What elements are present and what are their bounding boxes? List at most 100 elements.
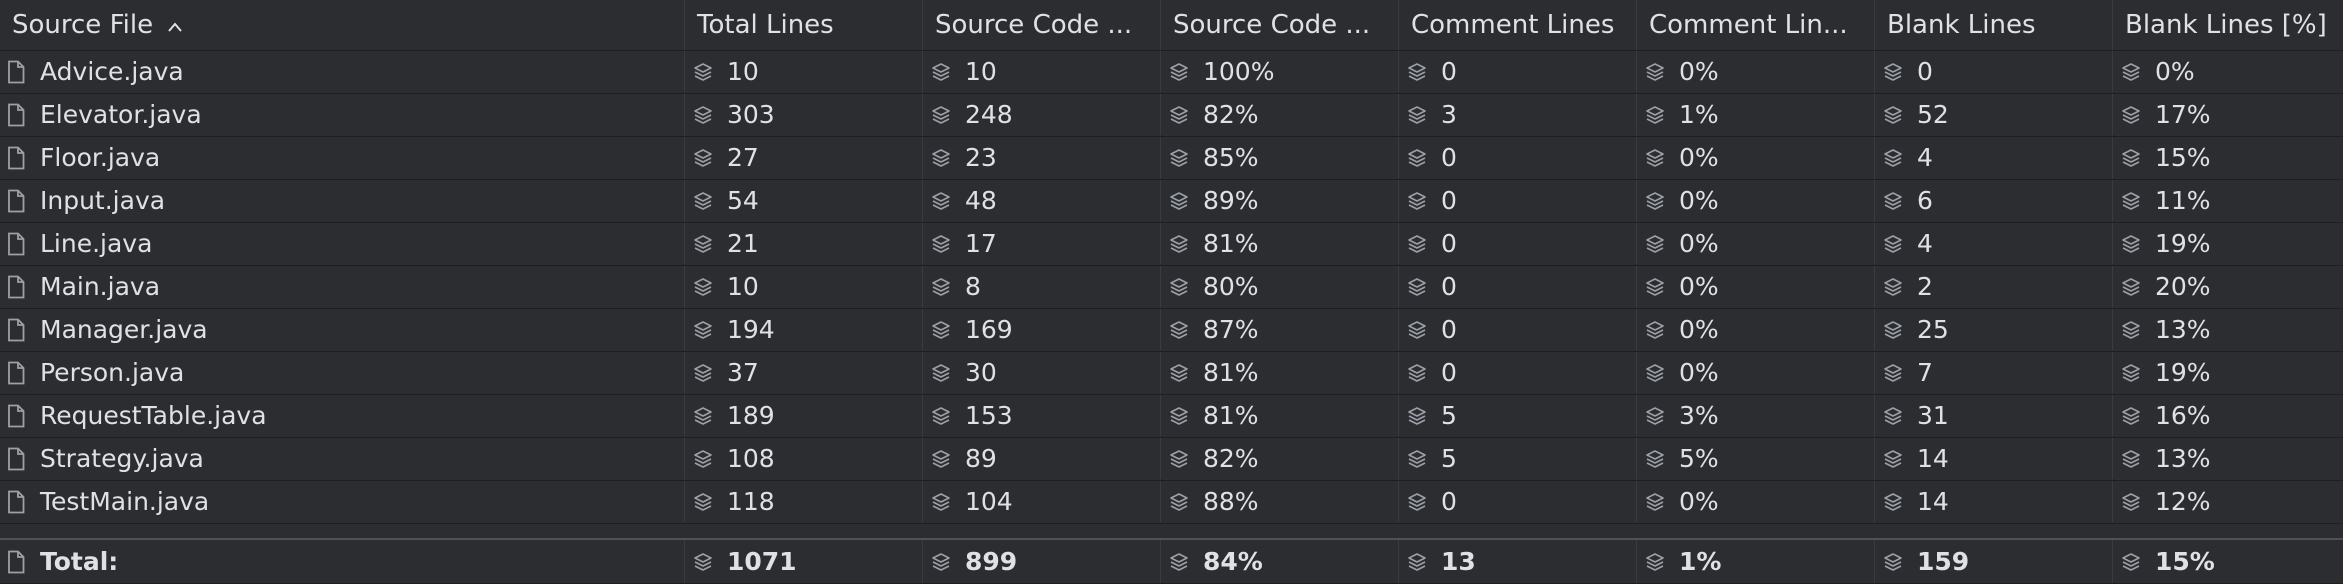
source-code-percent-value: 100% — [1203, 57, 1275, 86]
stack-layers-icon — [1883, 234, 1903, 254]
stack-layers-icon — [1407, 449, 1427, 469]
stack-layers-icon — [693, 148, 713, 168]
stack-layers-icon — [1169, 552, 1189, 572]
blank-lines-cell: 14 — [1875, 438, 2113, 479]
comment-lines-cell: 0 — [1399, 309, 1637, 350]
source-code-lines-value: 89 — [965, 444, 997, 473]
table-row[interactable]: Person.java 37 30 81% 0 0% 7 19% — [0, 352, 2343, 395]
source-code-percent-cell: 82% — [1161, 94, 1399, 135]
table-row[interactable]: RequestTable.java 189 153 81% 5 3% 31 16% — [0, 395, 2343, 438]
total-lines-cell: 54 — [685, 180, 923, 221]
stack-layers-icon — [1169, 320, 1189, 340]
total-row[interactable]: Total: 1071 899 84% 13 1% 159 15% — [0, 540, 2343, 584]
file-icon — [6, 490, 26, 514]
table-row[interactable]: Strategy.java 108 89 82% 5 5% 14 13% — [0, 438, 2343, 481]
column-header-source-code-percent[interactable]: Source Code ... — [1161, 0, 1399, 50]
table-row[interactable]: Floor.java 27 23 85% 0 0% 4 15% — [0, 137, 2343, 180]
table-row[interactable]: Elevator.java 303 248 82% 3 1% 52 17% — [0, 94, 2343, 137]
column-header-source-file[interactable]: Source File — [0, 0, 685, 50]
stack-layers-icon — [2121, 449, 2141, 469]
comment-lines-value: 0 — [1441, 57, 1457, 86]
source-code-lines-cell: 153 — [923, 395, 1161, 436]
blank-lines-percent-value: 16% — [2155, 401, 2211, 430]
blank-lines-cell: 0 — [1875, 51, 2113, 92]
source-code-lines-cell: 23 — [923, 137, 1161, 178]
source-code-lines-value: 248 — [965, 100, 1013, 129]
column-header-total-lines[interactable]: Total Lines — [685, 0, 923, 50]
table-row[interactable]: Manager.java 194 169 87% 0 0% 25 13% — [0, 309, 2343, 352]
source-file-cell: Input.java — [0, 180, 685, 221]
blank-lines-value: 14 — [1917, 444, 1949, 473]
column-header-source-code-lines[interactable]: Source Code ... — [923, 0, 1161, 50]
source-file-cell: Advice.java — [0, 51, 685, 92]
source-code-lines-cell: 248 — [923, 94, 1161, 135]
total-lines-cell: 118 — [685, 481, 923, 522]
source-code-lines-cell: 17 — [923, 223, 1161, 264]
comment-lines-value: 0 — [1441, 315, 1457, 344]
stack-layers-icon — [1883, 449, 1903, 469]
source-code-lines-cell: 89 — [923, 438, 1161, 479]
total-lines-value: 54 — [727, 186, 759, 215]
column-header-label: Blank Lines [%] — [2125, 10, 2327, 40]
source-file-cell: Line.java — [0, 223, 685, 264]
stack-layers-icon — [693, 363, 713, 383]
comment-lines-cell: 0 — [1399, 180, 1637, 221]
stack-layers-icon — [1645, 552, 1665, 572]
column-header-comment-lines-percent[interactable]: Comment Lin... — [1637, 0, 1875, 50]
table-row[interactable]: Advice.java 10 10 100% 0 0% 0 0% — [0, 51, 2343, 94]
stack-layers-icon — [1407, 62, 1427, 82]
column-header-label: Total Lines — [697, 10, 834, 40]
stack-layers-icon — [931, 552, 951, 572]
comment-lines-cell: 5 — [1399, 395, 1637, 436]
source-code-percent-value: 81% — [1203, 401, 1259, 430]
blank-lines-cell: 2 — [1875, 266, 2113, 307]
source-code-lines-cell: 10 — [923, 51, 1161, 92]
file-name: TestMain.java — [40, 487, 210, 516]
column-header-label: Source Code ... — [935, 10, 1133, 40]
comment-lines-percent-value: 0% — [1679, 487, 1719, 516]
stack-layers-icon — [1407, 363, 1427, 383]
blank-lines-percent-cell: 13% — [2113, 309, 2343, 350]
stack-layers-icon — [931, 277, 951, 297]
column-header-blank-lines[interactable]: Blank Lines — [1875, 0, 2113, 50]
source-code-lines-cell: 30 — [923, 352, 1161, 393]
total-lines-cell: 108 — [685, 438, 923, 479]
stack-layers-icon — [2121, 62, 2141, 82]
blank-lines-cell: 14 — [1875, 481, 2113, 522]
stack-layers-icon — [1407, 191, 1427, 211]
table-header: Source File Total Lines Source Code ... Sou… — [0, 0, 2343, 51]
source-code-percent-value: 81% — [1203, 358, 1259, 387]
stack-layers-icon — [931, 320, 951, 340]
table-row[interactable]: Main.java 10 8 80% 0 0% 2 20% — [0, 266, 2343, 309]
total-lines-value: 194 — [727, 315, 775, 344]
column-header-comment-lines[interactable]: Comment Lines — [1399, 0, 1637, 50]
table-row[interactable]: Line.java 21 17 81% 0 0% 4 19% — [0, 223, 2343, 266]
source-code-percent-cell: 81% — [1161, 223, 1399, 264]
blank-lines-cell: 4 — [1875, 223, 2113, 264]
source-file-cell: Elevator.java — [0, 94, 685, 135]
blank-lines-percent-value: 15% — [2155, 143, 2211, 172]
stack-layers-icon — [1883, 552, 1903, 572]
comment-lines-cell: 0 — [1399, 137, 1637, 178]
column-header-label: Comment Lines — [1411, 10, 1615, 40]
source-code-percent-cell: 87% — [1161, 309, 1399, 350]
column-header-blank-lines-percent[interactable]: Blank Lines [%] — [2113, 0, 2343, 50]
table-row[interactable]: Input.java 54 48 89% 0 0% 6 11% — [0, 180, 2343, 223]
stack-layers-icon — [1407, 406, 1427, 426]
file-name: Input.java — [40, 186, 166, 215]
stack-layers-icon — [1169, 449, 1189, 469]
table-row[interactable]: TestMain.java 118 104 88% 0 0% 14 12% — [0, 481, 2343, 524]
stack-layers-icon — [2121, 320, 2141, 340]
comment-lines-percent-cell: 1% — [1637, 94, 1875, 135]
source-code-percent-cell: 81% — [1161, 395, 1399, 436]
stack-layers-icon — [1883, 105, 1903, 125]
stack-layers-icon — [693, 492, 713, 512]
source-code-lines-cell: 104 — [923, 481, 1161, 522]
comment-lines-percent-value: 0% — [1679, 272, 1719, 301]
stack-layers-icon — [1169, 277, 1189, 297]
stack-layers-icon — [1407, 492, 1427, 512]
total-lines-value: 118 — [727, 487, 775, 516]
stack-layers-icon — [693, 277, 713, 297]
total-lines-cell: 27 — [685, 137, 923, 178]
file-name: Main.java — [40, 272, 161, 301]
